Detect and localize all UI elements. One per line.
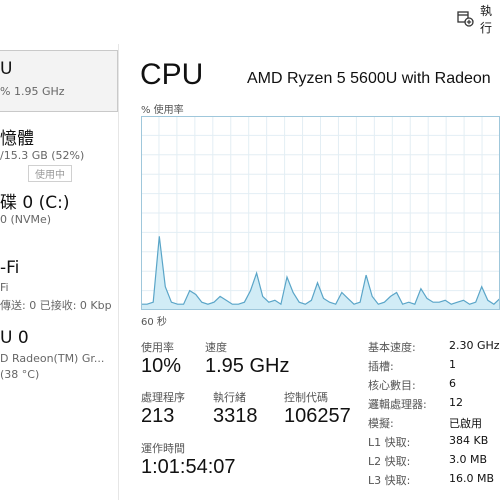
virtualization-label: 模擬: [368,417,394,430]
threads-label: 執行緒 [213,391,246,404]
sidebar-item-subtitle: /15.3 GB (52%) [0,149,85,162]
cpu-utilization-graph [141,116,500,310]
sidebar-item-subtitle: Fi [0,281,9,294]
sidebar-item-title: U 0 [0,328,29,348]
sockets-value: 1 [449,358,456,371]
sidebar-item-gpu[interactable]: U 0 D Radeon(TM) Gr... (38 °C) [0,324,118,394]
l1-cache-label: L1 快取: [368,436,411,449]
threads-value: 3318 [213,405,258,427]
utilization-label: 使用率 [141,341,174,354]
page-title: CPU [140,58,204,91]
uptime-label: 運作時間 [141,442,185,455]
base-speed-label: 基本速度: [368,341,416,354]
in-use-badge: 使用中 [28,165,72,182]
cores-value: 6 [449,377,456,390]
graph-y-label: % 使用率 [141,105,184,116]
base-speed-value: 2.30 GHz [449,339,500,352]
sidebar-item-temperature: (38 °C) [0,368,40,381]
performance-sidebar: U % 1.95 GHz 憶體 /15.3 GB (52%) 使用中 碟 0 (… [0,44,119,500]
uptime-value: 1:01:54:07 [141,456,236,478]
l3-cache-label: L3 快取: [368,474,411,487]
logical-processors-label: 邏輯處理器: [368,398,427,411]
sidebar-item-wifi[interactable]: -Fi Fi 傳送: 0 已接收: 0 Kbp [0,254,118,322]
utilization-value: 10% [141,355,182,377]
l2-cache-value: 3.0 MB [449,453,488,466]
cpu-model-name: AMD Ryzen 5 5600U with Radeon [247,70,491,87]
speed-value: 1.95 GHz [205,355,290,377]
l2-cache-label: L2 快取: [368,455,411,468]
l3-cache-value: 16.0 MB [449,472,495,485]
sidebar-item-title: 憶體 [0,129,34,149]
top-bar: 執行 [0,0,500,40]
sidebar-item-disk[interactable]: 碟 0 (C:) 0 (NVMe) [0,186,118,242]
handles-value: 106257 [284,405,351,427]
logical-processors-value: 12 [449,396,463,409]
run-new-task-icon [456,9,474,30]
l1-cache-value: 384 KB [449,434,489,447]
sidebar-item-subtitle: D Radeon(TM) Gr... [0,352,105,365]
virtualization-value: 已啟用 [449,417,482,430]
processes-label: 處理程序 [141,391,185,404]
run-new-task-button[interactable]: 執行 [456,4,500,35]
speed-label: 速度 [205,341,227,354]
processes-value: 213 [141,405,175,427]
sidebar-item-title: U [0,59,13,79]
handles-label: 控制代碼 [284,391,328,404]
sidebar-item-throughput: 傳送: 0 已接收: 0 Kbp [0,299,112,312]
sidebar-item-subtitle: % 1.95 GHz [0,85,65,98]
sidebar-item-title: -Fi [0,258,20,278]
graph-x-label: 60 秒 [141,317,167,328]
sidebar-item-cpu[interactable]: U % 1.95 GHz [0,50,118,112]
run-new-task-label: 執行 [480,4,493,35]
sidebar-item-title: 碟 0 (C:) [0,193,70,213]
cores-label: 核心數目: [368,379,416,392]
sidebar-item-memory[interactable]: 憶體 /15.3 GB (52%) 使用中 [0,120,118,186]
sockets-label: 插槽: [368,360,394,373]
sidebar-item-subtitle: 0 (NVMe) [0,213,52,226]
